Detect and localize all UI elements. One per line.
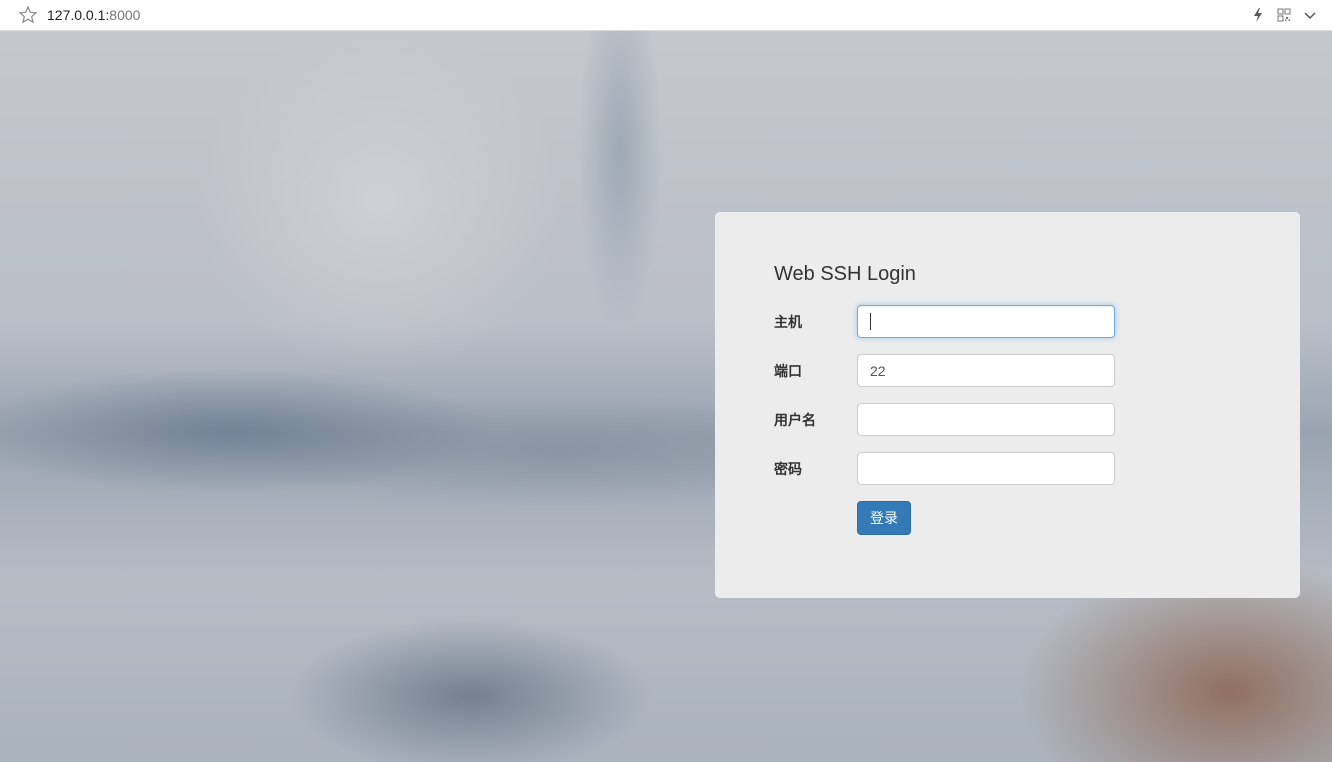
qr-code-icon[interactable] (1276, 7, 1292, 23)
url-port: 8000 (109, 7, 141, 23)
chevron-down-icon[interactable] (1302, 7, 1318, 23)
url-host: 127.0.0.1: (47, 7, 110, 23)
host-label: 主机 (774, 314, 802, 330)
port-label: 端口 (774, 363, 802, 379)
password-label: 密码 (774, 461, 802, 477)
login-panel: Web SSH Login 主机 端口 用户名 密码 登录 (715, 212, 1300, 598)
login-title: Web SSH Login (774, 263, 916, 285)
lightning-icon[interactable] (1250, 7, 1266, 23)
port-input[interactable] (857, 354, 1115, 387)
password-input[interactable] (857, 452, 1115, 485)
url-text[interactable]: 127.0.0.1:8000 (47, 7, 140, 23)
page-background: Web SSH Login 主机 端口 用户名 密码 登录 (0, 31, 1332, 762)
browser-toolbar-right (1240, 6, 1318, 24)
host-input[interactable] (857, 305, 1115, 338)
star-icon[interactable] (18, 5, 38, 25)
login-button[interactable]: 登录 (857, 501, 911, 535)
browser-address-bar: 127.0.0.1:8000 (0, 0, 1332, 31)
text-caret (870, 313, 871, 330)
username-input[interactable] (857, 403, 1115, 436)
username-label: 用户名 (774, 412, 816, 428)
